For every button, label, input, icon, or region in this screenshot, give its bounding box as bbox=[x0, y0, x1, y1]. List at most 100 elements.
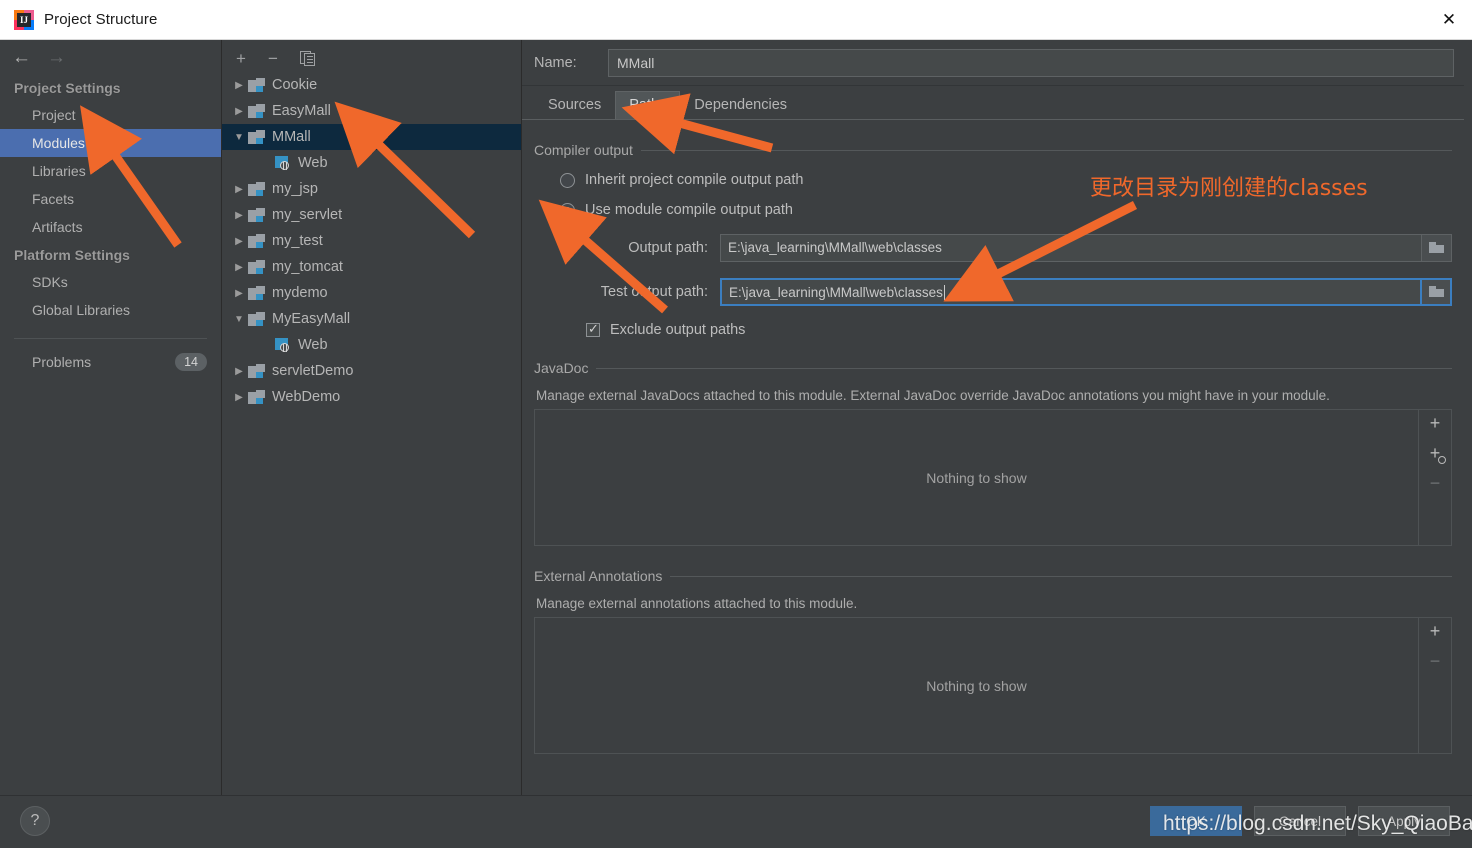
module-icon bbox=[248, 364, 265, 378]
forward-arrow-icon[interactable]: → bbox=[47, 48, 66, 67]
tree-row[interactable]: ▶ my_test bbox=[222, 228, 521, 254]
test-output-path-input[interactable]: E:\java_learning\MMall\web\classes bbox=[720, 278, 1422, 306]
folder-icon bbox=[1428, 286, 1444, 298]
tab-sources[interactable]: Sources bbox=[534, 91, 615, 119]
external-annotations-section: External Annotations Manage external ann… bbox=[534, 568, 1452, 754]
annotations-remove-icon[interactable]: − bbox=[1425, 652, 1445, 670]
tree-row[interactable]: ▶ Cookie bbox=[222, 72, 521, 98]
tree-row-label: servletDemo bbox=[272, 363, 354, 379]
chevron-down-icon[interactable]: ▼ bbox=[230, 314, 248, 325]
external-annotations-list-box: Nothing to show + − bbox=[534, 617, 1452, 754]
javadoc-section: JavaDoc Manage external JavaDocs attache… bbox=[534, 360, 1452, 546]
sidebar-item-artifacts[interactable]: Artifacts bbox=[0, 213, 221, 241]
tree-row-label: Cookie bbox=[272, 77, 318, 93]
javadoc-add-icon[interactable]: + bbox=[1425, 414, 1445, 432]
tree-row-label: mydemo bbox=[272, 285, 328, 301]
tab-dependencies[interactable]: Dependencies bbox=[680, 91, 801, 119]
module-icon bbox=[248, 312, 265, 326]
module-name-input[interactable]: MMall bbox=[608, 48, 1454, 77]
tree-row[interactable]: Web bbox=[222, 332, 521, 358]
tree-row[interactable]: ▼ MMall bbox=[222, 124, 521, 150]
javadoc-remove-icon[interactable]: − bbox=[1425, 474, 1445, 492]
tree-row[interactable]: ▶ my_tomcat bbox=[222, 254, 521, 280]
paths-tab-content: Compiler output Inherit project compile … bbox=[522, 120, 1472, 754]
apply-button[interactable]: Apply bbox=[1358, 806, 1450, 836]
tab-paths[interactable]: Paths bbox=[615, 91, 681, 119]
javadoc-list-box: Nothing to show + + − bbox=[534, 409, 1452, 546]
sidebar-item-sdks[interactable]: SDKs bbox=[0, 268, 221, 296]
close-icon[interactable]: ✕ bbox=[1426, 0, 1472, 39]
javadoc-description: Manage external JavaDocs attached to thi… bbox=[536, 388, 1330, 403]
module-output-radio[interactable] bbox=[560, 202, 575, 218]
tree-row[interactable]: ▶ EasyMall bbox=[222, 98, 521, 124]
add-module-icon[interactable]: + bbox=[236, 50, 246, 67]
module-output-row[interactable]: Use module compile output path bbox=[534, 202, 1452, 218]
output-path-browse-button[interactable] bbox=[1422, 234, 1452, 262]
tree-row[interactable]: ▶ mydemo bbox=[222, 280, 521, 306]
test-output-path-browse-button[interactable] bbox=[1422, 278, 1452, 306]
chevron-right-icon[interactable]: ▶ bbox=[230, 106, 248, 117]
chevron-right-icon[interactable]: ▶ bbox=[230, 288, 248, 299]
sidebar-item-facets[interactable]: Facets bbox=[0, 185, 221, 213]
tree-row[interactable]: ▶ servletDemo bbox=[222, 358, 521, 384]
web-facet-icon bbox=[274, 338, 291, 352]
content-scrollbar[interactable] bbox=[1464, 40, 1472, 795]
annotations-add-icon[interactable]: + bbox=[1425, 622, 1445, 640]
chevron-down-icon[interactable]: ▼ bbox=[230, 132, 248, 143]
inherit-output-row[interactable]: Inherit project compile output path bbox=[534, 172, 1452, 188]
chevron-right-icon[interactable]: ▶ bbox=[230, 80, 248, 91]
module-output-label: Use module compile output path bbox=[585, 202, 793, 218]
external-annotations-description: Manage external annotations attached to … bbox=[536, 596, 858, 611]
tree-row-label: Web bbox=[298, 337, 328, 353]
chevron-right-icon[interactable]: ▶ bbox=[230, 210, 248, 221]
module-icon bbox=[248, 104, 265, 118]
chevron-right-icon[interactable]: ▶ bbox=[230, 236, 248, 247]
chevron-right-icon[interactable]: ▶ bbox=[230, 392, 248, 403]
copy-module-icon[interactable] bbox=[299, 50, 316, 66]
window-titlebar: IJ Project Structure ✕ bbox=[0, 0, 1472, 40]
help-button[interactable]: ? bbox=[20, 806, 50, 836]
module-icon bbox=[248, 286, 265, 300]
cancel-button[interactable]: Cancel bbox=[1254, 806, 1346, 836]
tree-row[interactable]: ▶ my_servlet bbox=[222, 202, 521, 228]
sidebar-item-problems[interactable]: Problems 14 bbox=[0, 339, 221, 376]
sidebar-nav-arrows: ← → bbox=[0, 40, 221, 74]
sidebar-item-libraries[interactable]: Libraries bbox=[0, 157, 221, 185]
output-path-input[interactable]: E:\java_learning\MMall\web\classes bbox=[720, 234, 1422, 262]
tree-row[interactable]: ▶ my_jsp bbox=[222, 176, 521, 202]
sidebar-item-global-libraries[interactable]: Global Libraries bbox=[0, 296, 221, 324]
output-path-row: Output path: E:\java_learning\MMall\web\… bbox=[534, 234, 1452, 262]
compiler-output-header: Compiler output bbox=[534, 142, 1452, 158]
sidebar-item-modules[interactable]: Modules bbox=[0, 129, 221, 157]
chevron-right-icon[interactable]: ▶ bbox=[230, 262, 248, 273]
tree-row[interactable]: ▶ WebDemo bbox=[222, 384, 521, 410]
section-rule bbox=[670, 575, 1452, 577]
module-icon bbox=[248, 234, 265, 248]
tree-row-label: my_tomcat bbox=[272, 259, 343, 275]
compiler-output-section: Compiler output Inherit project compile … bbox=[534, 142, 1452, 338]
tree-row-label: EasyMall bbox=[272, 103, 331, 119]
chevron-right-icon[interactable]: ▶ bbox=[230, 366, 248, 377]
javadoc-header: JavaDoc bbox=[534, 360, 1452, 376]
javadoc-add-url-icon[interactable]: + bbox=[1425, 444, 1446, 464]
tree-row[interactable]: Web bbox=[222, 150, 521, 176]
module-name-row: Name: MMall bbox=[522, 40, 1472, 86]
problems-count-badge: 14 bbox=[175, 353, 207, 371]
tree-row[interactable]: ▼ MyEasyMall bbox=[222, 306, 521, 332]
section-rule bbox=[596, 367, 1452, 369]
module-icon bbox=[248, 260, 265, 274]
back-arrow-icon[interactable]: ← bbox=[12, 48, 31, 67]
sidebar-item-project[interactable]: Project bbox=[0, 101, 221, 129]
ok-button[interactable]: OK bbox=[1150, 806, 1242, 836]
module-icon bbox=[248, 182, 265, 196]
remove-module-icon[interactable]: − bbox=[268, 50, 278, 67]
inherit-output-radio[interactable] bbox=[560, 172, 575, 188]
chevron-right-icon[interactable]: ▶ bbox=[230, 184, 248, 195]
exclude-output-paths-checkbox[interactable] bbox=[586, 321, 600, 337]
settings-sidebar: ← → Project Settings Project Modules Lib… bbox=[0, 40, 222, 795]
test-output-path-value: E:\java_learning\MMall\web\classes bbox=[729, 285, 943, 300]
javadoc-empty-text: Nothing to show bbox=[535, 410, 1419, 545]
exclude-output-paths-row[interactable]: Exclude output paths bbox=[534, 321, 1452, 338]
project-structure-dialog: IJ Project Structure ✕ ← → Project Setti… bbox=[0, 0, 1472, 848]
inherit-output-label: Inherit project compile output path bbox=[585, 172, 804, 188]
